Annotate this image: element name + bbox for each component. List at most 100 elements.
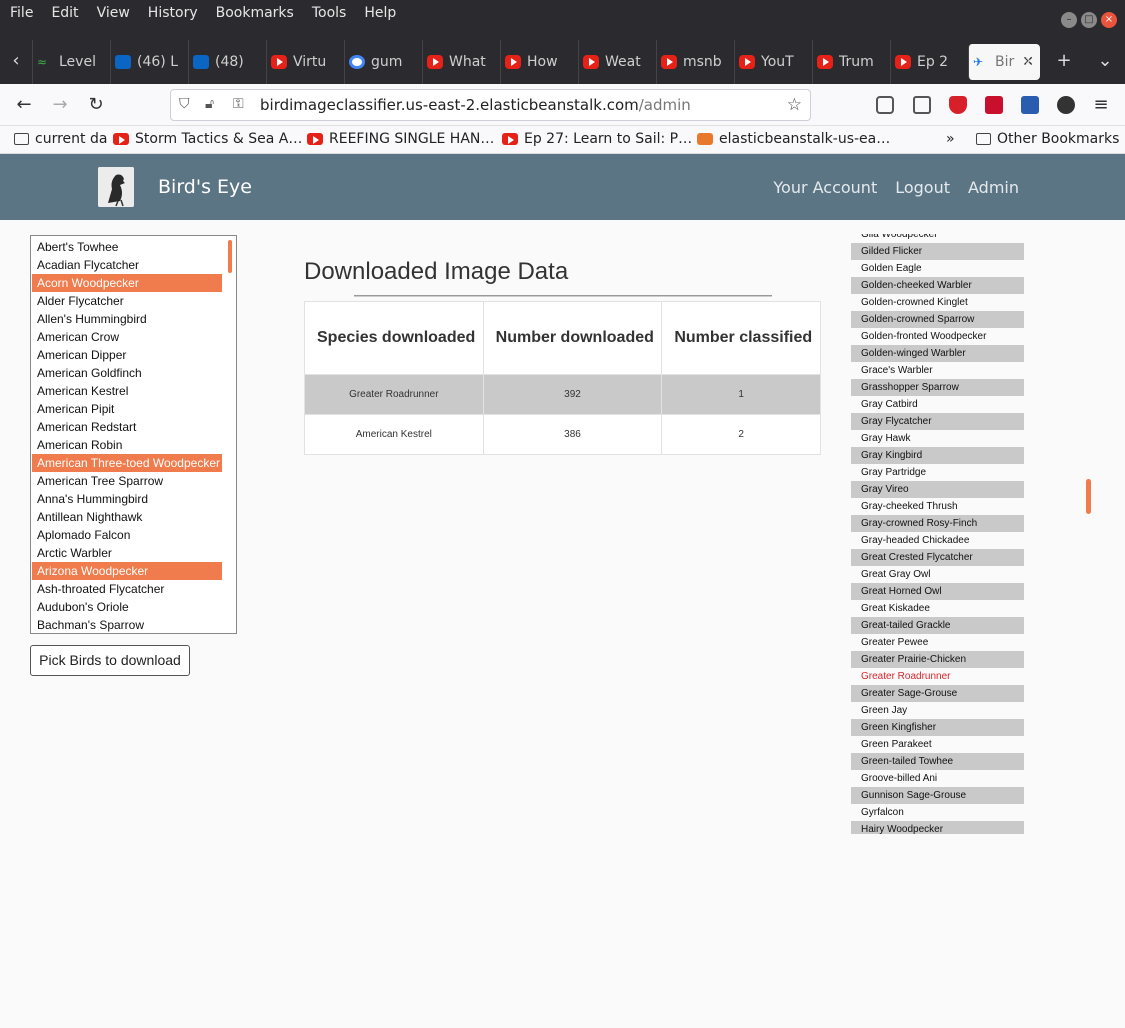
species-item[interactable]: Great Crested Flycatcher (851, 549, 1024, 566)
nav-logout[interactable]: Logout (895, 178, 950, 197)
browser-tab[interactable]: Virtu (266, 40, 344, 84)
browser-tab[interactable]: (48) (188, 40, 266, 84)
nav-admin[interactable]: Admin (968, 178, 1019, 197)
species-item[interactable]: Great Kiskadee (851, 600, 1024, 617)
species-item[interactable]: Gila Woodpecker (851, 234, 1024, 243)
bird-option[interactable]: Acorn Woodpecker (32, 274, 222, 292)
species-item[interactable]: Gray Flycatcher (851, 413, 1024, 430)
bird-option[interactable]: Abert's Towhee (32, 238, 222, 256)
menu-help[interactable]: Help (364, 5, 396, 21)
bird-option[interactable]: Aplomado Falcon (32, 526, 222, 544)
bird-option[interactable]: Acadian Flycatcher (32, 256, 222, 274)
browser-tab[interactable]: gum (344, 40, 422, 84)
page-scrollbar[interactable] (1086, 479, 1091, 514)
species-item[interactable]: Gunnison Sage-Grouse (851, 787, 1024, 804)
bird-option[interactable]: American Robin (32, 436, 222, 454)
species-item[interactable]: Greater Sage-Grouse (851, 685, 1024, 702)
species-item[interactable]: Green-tailed Towhee (851, 753, 1024, 770)
browser-tab[interactable]: Weat (578, 40, 656, 84)
species-item[interactable]: Golden-crowned Kinglet (851, 294, 1024, 311)
species-item[interactable]: Golden-winged Warbler (851, 345, 1024, 362)
menu-history[interactable]: History (148, 5, 198, 21)
menu-view[interactable]: View (97, 5, 130, 21)
extension-icon[interactable] (985, 96, 1003, 114)
list-scrollbar[interactable] (228, 240, 232, 273)
species-item[interactable]: Greater Roadrunner (851, 668, 1024, 685)
bookmark-item[interactable]: REEFING SINGLE HAN… (307, 131, 494, 147)
shield-icon[interactable]: ⛉ (179, 96, 190, 112)
menu-bookmarks[interactable]: Bookmarks (216, 5, 294, 21)
browser-tab[interactable]: ≈ Level (32, 40, 110, 84)
nav-your-account[interactable]: Your Account (773, 178, 877, 197)
bird-option[interactable]: Audubon's Oriole (32, 598, 222, 616)
bird-option[interactable]: American Crow (32, 328, 222, 346)
species-item[interactable]: Gray-cheeked Thrush (851, 498, 1024, 515)
bird-logo-icon[interactable] (98, 167, 134, 207)
bookmark-item[interactable]: elasticbeanstalk-us-ea… (697, 131, 890, 147)
species-item[interactable]: Grace's Warbler (851, 362, 1024, 379)
more-bookmarks-icon[interactable]: » (946, 131, 955, 147)
bird-option[interactable]: Arctic Warbler (32, 544, 222, 562)
menu-tools[interactable]: Tools (312, 5, 347, 21)
bird-option[interactable]: American Tree Sparrow (32, 472, 222, 490)
bird-option[interactable]: American Three-toed Woodpecker (32, 454, 222, 472)
species-item[interactable]: Great-tailed Grackle (851, 617, 1024, 634)
bookmark-item[interactable]: Ep 27: Learn to Sail: P… (502, 131, 692, 147)
browser-tab[interactable]: Ep 2 (890, 40, 968, 84)
browser-tab[interactable]: msnb (656, 40, 734, 84)
species-item[interactable]: Hairy Woodpecker (851, 821, 1024, 834)
species-item[interactable]: Gyrfalcon (851, 804, 1024, 821)
reader-view-icon[interactable] (913, 96, 931, 114)
bird-option[interactable]: Allen's Hummingbird (32, 310, 222, 328)
url-text[interactable]: birdimageclassifier.us-east-2.elasticbea… (260, 96, 691, 114)
insecure-lock-icon[interactable]: 🔓︎ (205, 96, 214, 112)
bird-option[interactable]: Alder Flycatcher (32, 292, 222, 310)
browser-tab[interactable]: What (422, 40, 500, 84)
forward-icon[interactable]: → (48, 93, 72, 117)
extension-grid-icon[interactable] (1021, 96, 1039, 114)
bookmark-item[interactable]: Storm Tactics & Sea A… (113, 131, 302, 147)
back-icon[interactable]: ← (12, 93, 36, 117)
bird-option[interactable]: American Kestrel (32, 382, 222, 400)
menu-edit[interactable]: Edit (51, 5, 78, 21)
browser-tab[interactable]: (46) L (110, 40, 188, 84)
bookmark-folder[interactable]: current da (14, 131, 107, 147)
bird-option[interactable]: Anna's Hummingbird (32, 490, 222, 508)
species-item[interactable]: Great Gray Owl (851, 566, 1024, 583)
species-item[interactable]: Grasshopper Sparrow (851, 379, 1024, 396)
bird-option[interactable]: Antillean Nighthawk (32, 508, 222, 526)
list-tabs-icon[interactable]: ⌄ (1093, 50, 1117, 71)
species-item[interactable]: Gray Partridge (851, 464, 1024, 481)
species-item[interactable]: Golden-fronted Woodpecker (851, 328, 1024, 345)
bird-option[interactable]: Arizona Woodpecker (32, 562, 222, 580)
species-item[interactable]: Gilded Flicker (851, 243, 1024, 260)
bird-option[interactable]: American Redstart (32, 418, 222, 436)
species-item[interactable]: Golden-cheeked Warbler (851, 277, 1024, 294)
species-item[interactable]: Greater Pewee (851, 634, 1024, 651)
species-item[interactable]: Green Jay (851, 702, 1024, 719)
new-tab-icon[interactable]: + (1052, 50, 1076, 71)
reload-icon[interactable]: ↻ (84, 93, 108, 117)
species-item[interactable]: Green Kingfisher (851, 719, 1024, 736)
species-item[interactable]: Great Horned Owl (851, 583, 1024, 600)
species-item[interactable]: Golden-crowned Sparrow (851, 311, 1024, 328)
hamburger-menu-icon[interactable]: ≡ (1089, 93, 1113, 117)
extension-cube-icon[interactable] (1057, 96, 1075, 114)
species-item[interactable]: Gray-crowned Rosy-Finch (851, 515, 1024, 532)
key-icon[interactable]: ⚿ (233, 96, 244, 112)
bookmark-star-icon[interactable]: ☆ (787, 95, 802, 115)
minimize-icon[interactable]: – (1061, 12, 1077, 28)
pocket-icon[interactable] (876, 96, 894, 114)
maximize-icon[interactable]: □ (1081, 12, 1097, 28)
other-bookmarks[interactable]: Other Bookmarks (976, 131, 1119, 147)
bird-option[interactable]: American Pipit (32, 400, 222, 418)
species-item[interactable]: Gray Vireo (851, 481, 1024, 498)
species-item[interactable]: Green Parakeet (851, 736, 1024, 753)
browser-tab[interactable]: How (500, 40, 578, 84)
menu-file[interactable]: File (10, 5, 33, 21)
bird-option[interactable]: American Dipper (32, 346, 222, 364)
close-icon[interactable]: × (1101, 12, 1117, 28)
tabs-scroll-right-icon[interactable]: › (1016, 50, 1040, 71)
pick-birds-button[interactable]: Pick Birds to download (30, 645, 190, 676)
brand-title[interactable]: Bird's Eye (158, 176, 252, 198)
